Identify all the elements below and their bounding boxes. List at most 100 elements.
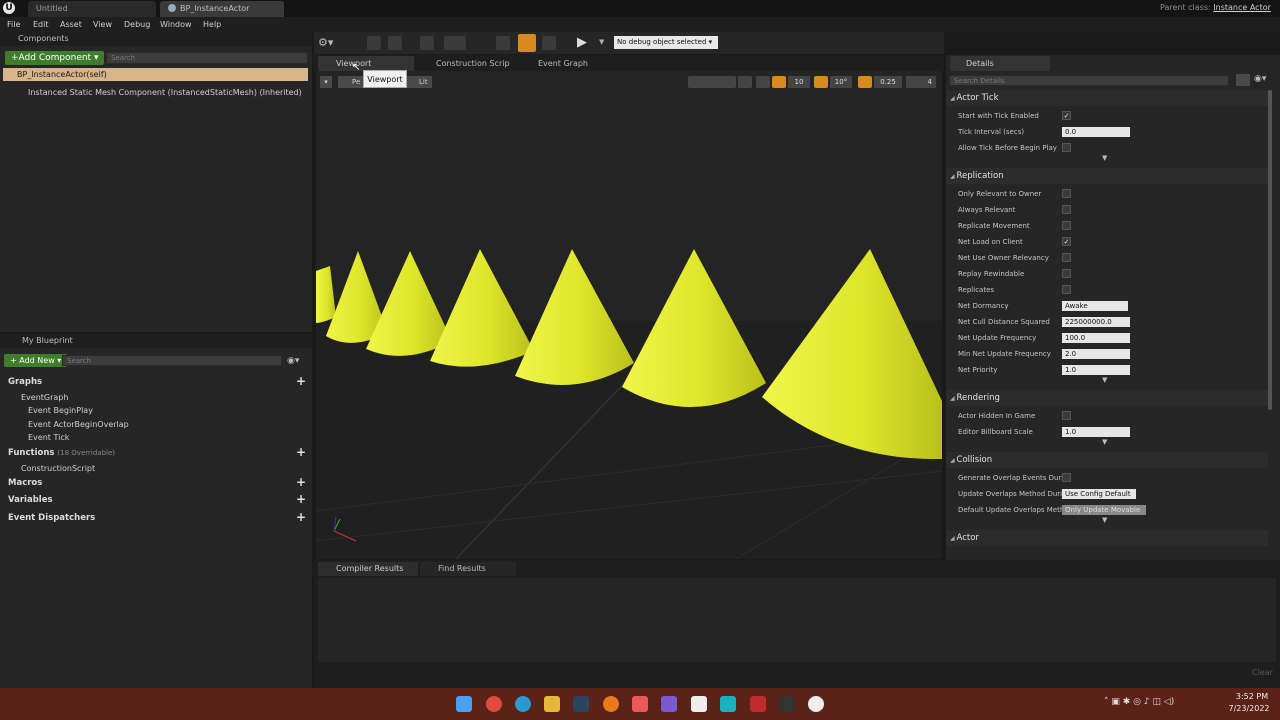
- scale-snap-value[interactable]: 0.25: [874, 76, 902, 88]
- graphs-section[interactable]: Graphs: [8, 376, 42, 389]
- epic-games-icon[interactable]: [779, 696, 795, 712]
- property-checkbox[interactable]: [1062, 269, 1071, 278]
- simulate-icon[interactable]: [542, 36, 556, 50]
- details-category[interactable]: ◢ Actor: [946, 530, 1268, 546]
- details-view-options-icon[interactable]: [1236, 74, 1250, 86]
- tab-find-results[interactable]: Find Results: [420, 562, 516, 576]
- menu-asset[interactable]: Asset: [60, 17, 82, 32]
- property-dropdown[interactable]: Awake: [1062, 301, 1128, 311]
- viewport-options-icon[interactable]: ▾: [320, 76, 332, 88]
- debug-object-select[interactable]: No debug object selected ▾: [614, 36, 718, 49]
- property-number-field[interactable]: 1.0: [1062, 365, 1130, 375]
- menu-file[interactable]: File: [7, 17, 20, 32]
- surface-snap-icon[interactable]: [756, 76, 770, 88]
- property-dropdown[interactable]: Only Update Movable: [1062, 505, 1146, 515]
- property-checkbox[interactable]: [1062, 285, 1071, 294]
- property-checkbox[interactable]: [1062, 205, 1071, 214]
- expand-advanced-icon[interactable]: ▼: [1102, 516, 1107, 524]
- scale-snap-icon[interactable]: [858, 76, 872, 88]
- variables-section[interactable]: Variables: [8, 494, 53, 507]
- details-category[interactable]: ◢ Rendering: [946, 390, 1268, 406]
- details-eye-icon[interactable]: ◉▾: [1254, 74, 1266, 84]
- menu-help[interactable]: Help: [203, 17, 221, 32]
- details-search-input[interactable]: Search Details: [949, 75, 1229, 86]
- dispatchers-section[interactable]: Event Dispatchers: [8, 512, 95, 525]
- coord-space-icon[interactable]: [738, 76, 752, 88]
- steam-icon[interactable]: [573, 696, 589, 712]
- app-icon-3[interactable]: [691, 696, 707, 712]
- clear-button[interactable]: Clear: [1252, 668, 1273, 677]
- add-macro-icon[interactable]: +: [296, 475, 306, 489]
- property-checkbox[interactable]: [1062, 473, 1071, 482]
- property-checkbox[interactable]: [1062, 189, 1071, 198]
- details-category[interactable]: ◢ Replication: [946, 168, 1268, 184]
- expand-advanced-icon[interactable]: ▼: [1102, 438, 1107, 446]
- menu-debug[interactable]: Debug: [124, 17, 150, 32]
- constructionscript-item[interactable]: ConstructionScript: [21, 462, 95, 475]
- find-icon[interactable]: [444, 36, 466, 50]
- macros-section[interactable]: Macros: [8, 477, 42, 490]
- unreal-editor-icon[interactable]: [808, 696, 824, 712]
- event-beginplay[interactable]: Event BeginPlay: [28, 404, 93, 417]
- event-tick[interactable]: Event Tick: [28, 431, 69, 444]
- details-category[interactable]: ◢ Actor Tick: [946, 90, 1268, 106]
- menu-edit[interactable]: Edit: [33, 17, 49, 32]
- menu-view[interactable]: View: [93, 17, 112, 32]
- add-dispatcher-icon[interactable]: +: [296, 510, 306, 524]
- property-number-field[interactable]: 225000000.0: [1062, 317, 1130, 327]
- clock-date[interactable]: 7/23/2022: [1226, 704, 1272, 713]
- compile-icon[interactable]: ⚙▾: [318, 36, 333, 50]
- expand-advanced-icon[interactable]: ▼: [1102, 376, 1107, 384]
- add-variable-icon[interactable]: +: [296, 492, 306, 506]
- app-icon-2[interactable]: [661, 696, 677, 712]
- rotation-snap-icon[interactable]: [814, 76, 828, 88]
- class-settings-icon[interactable]: [496, 36, 510, 50]
- app-icon-1[interactable]: [632, 696, 648, 712]
- add-new-button[interactable]: + Add New ▾: [4, 354, 68, 367]
- details-tab[interactable]: Details: [950, 56, 1050, 71]
- event-actorbeginoverlap[interactable]: Event ActorBeginOverlap: [28, 418, 129, 431]
- viewport[interactable]: ▾ Pe Lit 10 10° 0.25 4: [316, 71, 942, 559]
- details-category[interactable]: ◢ Collision: [946, 452, 1268, 468]
- clock-time[interactable]: 3:52 PM: [1232, 692, 1272, 701]
- property-number-field[interactable]: 0.0: [1062, 127, 1130, 137]
- tab-viewport[interactable]: Viewport: [318, 56, 414, 71]
- property-checkbox[interactable]: [1062, 411, 1071, 420]
- property-dropdown[interactable]: Use Config Default: [1062, 489, 1136, 499]
- property-checkbox[interactable]: ✓: [1062, 111, 1071, 120]
- component-ism[interactable]: Instanced Static Mesh Component (Instanc…: [18, 86, 302, 99]
- tab-compiler-results[interactable]: Compiler Results: [318, 562, 418, 576]
- edge-icon[interactable]: [515, 696, 531, 712]
- app-icon-5[interactable]: [750, 696, 766, 712]
- components-search-input[interactable]: Search: [106, 52, 308, 64]
- tab-event-graph[interactable]: Event Graph: [520, 56, 616, 71]
- app-icon-4[interactable]: [720, 696, 736, 712]
- system-tray[interactable]: ˄ ▣ ✱ ◎ ♪ ◫ ◁): [1104, 697, 1174, 707]
- rotation-snap-value[interactable]: 10°: [830, 76, 852, 88]
- tab-construction-script[interactable]: Construction Scrip: [418, 56, 514, 71]
- menu-window[interactable]: Window: [160, 17, 192, 32]
- property-checkbox[interactable]: [1062, 143, 1071, 152]
- view-mode-button[interactable]: Lit: [406, 76, 432, 88]
- blender-icon[interactable]: [603, 696, 619, 712]
- play-options-icon[interactable]: ▼: [599, 38, 604, 46]
- play-icon[interactable]: ▶: [577, 35, 587, 50]
- add-function-icon[interactable]: +: [296, 445, 306, 459]
- add-graph-icon[interactable]: +: [296, 374, 306, 388]
- property-number-field[interactable]: 2.0: [1062, 349, 1130, 359]
- transform-tools[interactable]: [688, 76, 736, 88]
- grid-snap-icon[interactable]: [772, 76, 786, 88]
- property-checkbox[interactable]: ✓: [1062, 237, 1071, 246]
- chrome-icon[interactable]: [486, 696, 502, 712]
- grid-snap-value[interactable]: 10: [788, 76, 810, 88]
- blueprint-search-input[interactable]: Search: [62, 355, 282, 366]
- component-self[interactable]: BP_InstanceActor(self): [3, 68, 308, 81]
- diff-icon[interactable]: [420, 36, 434, 50]
- visibility-eye-icon[interactable]: ◉▾: [287, 356, 299, 366]
- details-scrollbar[interactable]: [1268, 90, 1272, 410]
- class-defaults-icon[interactable]: [518, 34, 536, 52]
- camera-speed-value[interactable]: 4: [906, 76, 936, 88]
- tab-untitled[interactable]: Untitled: [28, 1, 156, 17]
- functions-section[interactable]: Functions (18 Overridable): [8, 447, 115, 460]
- file-explorer-icon[interactable]: [544, 696, 560, 712]
